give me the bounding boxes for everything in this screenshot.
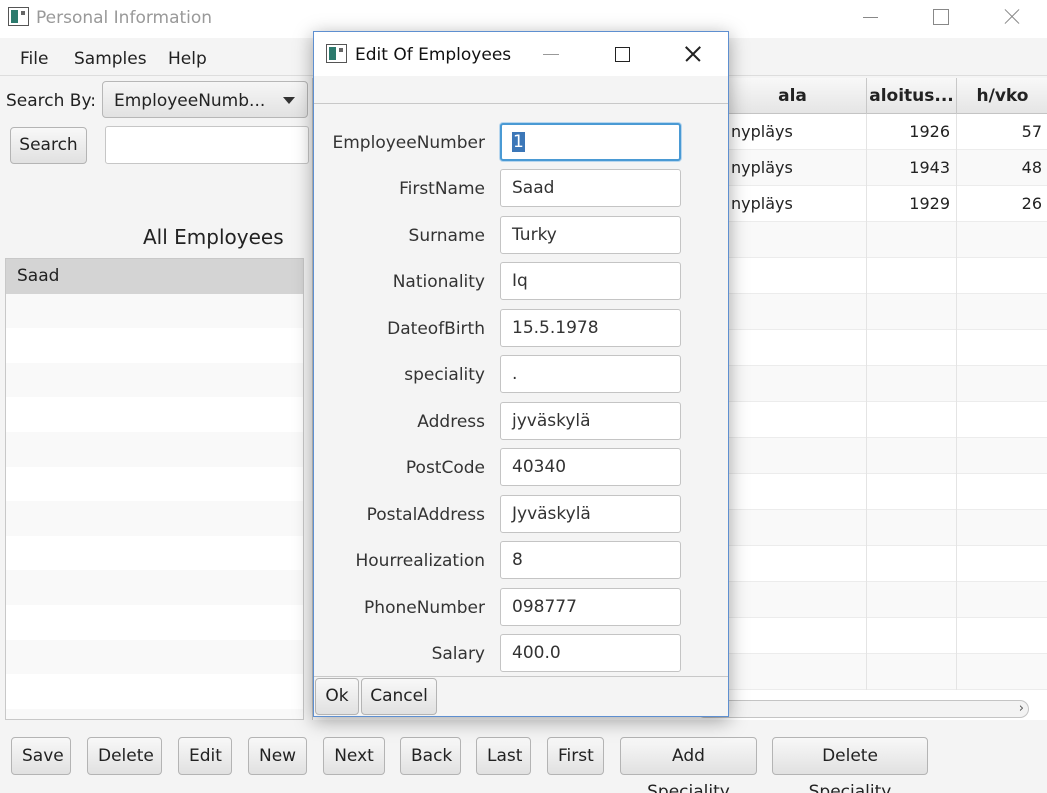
- speciality-label: speciality: [404, 365, 485, 385]
- delete-button[interactable]: Delete: [87, 737, 162, 775]
- surname-label: Surname: [408, 226, 485, 246]
- cell-ala: nypläys: [718, 150, 866, 186]
- address-field[interactable]: jyväskylä: [500, 402, 681, 440]
- list-item-empty: [6, 397, 303, 432]
- dialog-title: Edit Of Employees: [355, 45, 512, 65]
- search-button[interactable]: Search: [10, 127, 87, 164]
- list-item-empty: [6, 605, 303, 640]
- speciality-field[interactable]: .: [500, 355, 681, 393]
- column-header-ala[interactable]: ala: [718, 78, 866, 114]
- list-item-empty: [6, 639, 303, 675]
- edit-button[interactable]: Edit: [178, 737, 232, 775]
- post-code-label: PostCode: [405, 458, 485, 478]
- cell-aloitus: 1943: [866, 150, 956, 186]
- list-item-empty: [6, 293, 303, 329]
- search-by-combo[interactable]: EmployeeNumb...: [102, 81, 308, 118]
- employee-number-field[interactable]: 1: [500, 123, 681, 161]
- nationality-label: Nationality: [392, 272, 485, 292]
- list-item-empty: [6, 362, 303, 398]
- employee-number-label: EmployeeNumber: [332, 133, 486, 153]
- hour-realization-label: Hourrealization: [355, 551, 486, 571]
- new-button[interactable]: New: [248, 737, 307, 775]
- column-header-h-vko[interactable]: h/vko: [956, 78, 1047, 114]
- cell-h-vko: 26: [956, 186, 1047, 222]
- date-of-birth-label: DateofBirth: [387, 319, 485, 339]
- maximize-icon[interactable]: [925, 6, 955, 28]
- list-item-empty: [6, 570, 303, 605]
- dialog-close-icon[interactable]: [681, 44, 705, 64]
- ok-button[interactable]: Ok: [315, 678, 359, 715]
- list-item-empty: [6, 431, 303, 467]
- hour-realization-field[interactable]: 8: [500, 541, 681, 579]
- list-item-empty: [6, 708, 303, 719]
- list-item-empty: [6, 674, 303, 709]
- add-speciality-button[interactable]: Add Speciality: [620, 737, 757, 793]
- save-button[interactable]: Save: [11, 737, 71, 775]
- dialog-titlebar: Edit Of Employees: [314, 32, 728, 76]
- cell-h-vko: 48: [956, 150, 1047, 186]
- back-button[interactable]: Back: [400, 737, 461, 775]
- table-horizontal-scrollbar[interactable]: ›: [696, 700, 1029, 718]
- dropdown-arrow-icon: [283, 97, 295, 104]
- menu-samples[interactable]: Samples: [74, 49, 147, 69]
- search-input[interactable]: [105, 126, 309, 164]
- date-of-birth-field[interactable]: 15.5.1978: [500, 309, 681, 347]
- post-code-field[interactable]: 40340: [500, 448, 681, 486]
- cell-aloitus: 1926: [866, 114, 956, 150]
- cancel-button[interactable]: Cancel: [361, 678, 437, 715]
- delete-speciality-button[interactable]: Delete Speciality: [772, 737, 928, 793]
- minimize-icon[interactable]: [856, 6, 886, 28]
- search-by-value: EmployeeNumb...: [114, 91, 266, 111]
- list-item-empty: [6, 536, 303, 571]
- list-item-empty: [6, 328, 303, 363]
- list-item-empty: [6, 467, 303, 502]
- postal-address-label: PostalAddress: [366, 505, 485, 525]
- edit-employee-dialog: Edit Of Employees EmployeeNumber 1 First…: [313, 31, 729, 717]
- postal-address-field[interactable]: Jyväskylä: [500, 495, 681, 533]
- phone-number-field[interactable]: 098777: [500, 588, 681, 626]
- menu-file[interactable]: File: [20, 49, 48, 69]
- next-button[interactable]: Next: [323, 737, 385, 775]
- cell-h-vko: 57: [956, 114, 1047, 150]
- employee-form: EmployeeNumber 1 FirstName Saad Surname …: [315, 104, 728, 676]
- employee-number-value: 1: [512, 132, 525, 152]
- first-name-label: FirstName: [399, 179, 485, 199]
- last-button[interactable]: Last: [476, 737, 531, 775]
- salary-field[interactable]: 400.0: [500, 634, 681, 672]
- menu-help[interactable]: Help: [168, 49, 207, 69]
- list-item[interactable]: Saad: [6, 259, 303, 294]
- phone-number-label: PhoneNumber: [364, 598, 485, 618]
- employee-list[interactable]: Saad: [5, 258, 304, 720]
- all-employees-title: All Employees: [143, 225, 284, 249]
- address-label: Address: [417, 412, 485, 432]
- dialog-footer: Ok Cancel: [314, 676, 728, 716]
- close-icon[interactable]: [996, 6, 1026, 28]
- cell-ala: nypläys: [718, 114, 866, 150]
- first-name-field[interactable]: Saad: [500, 169, 681, 207]
- search-by-label: Search By:: [6, 91, 97, 111]
- window-title: Personal Information: [36, 8, 213, 28]
- list-item-empty: [6, 501, 303, 536]
- dialog-maximize-icon[interactable]: [615, 47, 630, 62]
- scroll-right-arrow-icon[interactable]: ›: [1019, 701, 1024, 716]
- salary-label: Salary: [431, 644, 485, 664]
- column-header-aloitus[interactable]: aloitus...: [866, 78, 956, 114]
- cell-aloitus: 1929: [866, 186, 956, 222]
- nationality-field[interactable]: Iq: [500, 262, 681, 300]
- first-button[interactable]: First: [547, 737, 604, 775]
- cell-ala: nypläys: [718, 186, 866, 222]
- dialog-app-icon: [326, 44, 347, 63]
- app-icon: [8, 7, 29, 26]
- surname-field[interactable]: Turky: [500, 216, 681, 254]
- dialog-minimize-icon[interactable]: [543, 54, 559, 55]
